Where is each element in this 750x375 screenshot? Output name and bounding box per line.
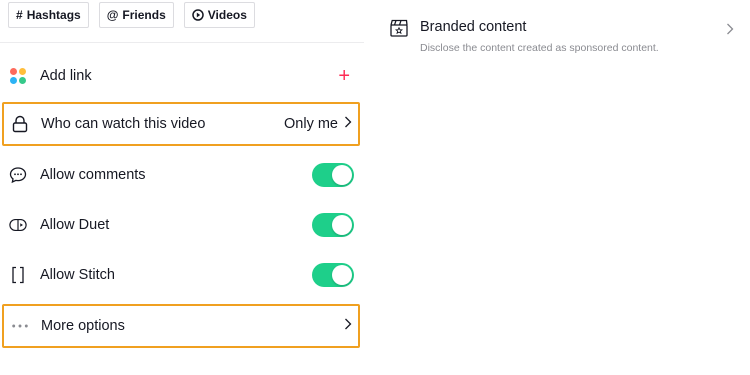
chevron-right-icon — [726, 22, 734, 40]
at-icon: @ — [106, 8, 119, 22]
allow-stitch-row: Allow Stitch — [0, 253, 364, 297]
post-settings-panel: # Hashtags @ Friends Videos Add link + W… — [0, 0, 364, 375]
branded-content-title: Branded content — [420, 19, 527, 35]
friends-chip-label: Friends — [122, 8, 166, 22]
duet-icon — [9, 216, 27, 234]
toggle-knob — [332, 265, 352, 285]
allow-comments-label: Allow comments — [40, 167, 146, 183]
allow-duet-label: Allow Duet — [40, 217, 110, 233]
lock-icon — [11, 115, 29, 133]
who-can-watch-value: Only me — [284, 116, 338, 132]
allow-duet-toggle[interactable] — [312, 213, 354, 237]
clapperboard-icon — [389, 18, 409, 38]
hash-icon: # — [16, 8, 23, 22]
more-options-row[interactable]: More options — [2, 304, 360, 348]
quick-tag-bar: # Hashtags @ Friends Videos — [8, 2, 255, 28]
play-circle-icon — [192, 9, 204, 21]
allow-stitch-toggle[interactable] — [312, 263, 354, 287]
branded-content-row[interactable]: Branded content Disclose the content cre… — [384, 12, 744, 58]
toggle-knob — [332, 165, 352, 185]
allow-stitch-label: Allow Stitch — [40, 267, 115, 283]
allow-comments-toggle[interactable] — [312, 163, 354, 187]
who-can-watch-label: Who can watch this video — [41, 116, 206, 132]
hashtags-chip[interactable]: # Hashtags — [8, 2, 89, 28]
branded-content-subtitle: Disclose the content created as sponsore… — [420, 42, 659, 54]
videos-chip-label: Videos — [207, 8, 247, 22]
who-can-watch-row[interactable]: Who can watch this video Only me — [2, 102, 360, 146]
stitch-icon — [9, 266, 27, 284]
more-options-label: More options — [41, 318, 125, 334]
divider — [0, 42, 364, 43]
comment-icon — [9, 166, 27, 184]
friends-chip[interactable]: @ Friends — [98, 2, 174, 28]
allow-comments-row: Allow comments — [0, 153, 364, 197]
chevron-right-icon — [344, 116, 352, 132]
hashtags-chip-label: Hashtags — [26, 8, 81, 22]
more-dots-icon — [11, 317, 29, 335]
toggle-knob — [332, 215, 352, 235]
videos-chip[interactable]: Videos — [183, 2, 255, 28]
apps-icon — [9, 67, 27, 85]
add-link-plus-icon[interactable]: + — [338, 66, 350, 86]
allow-duet-row: Allow Duet — [0, 203, 364, 247]
add-link-label: Add link — [40, 68, 92, 84]
add-link-row[interactable]: Add link + — [0, 54, 364, 98]
chevron-right-icon — [344, 318, 352, 334]
